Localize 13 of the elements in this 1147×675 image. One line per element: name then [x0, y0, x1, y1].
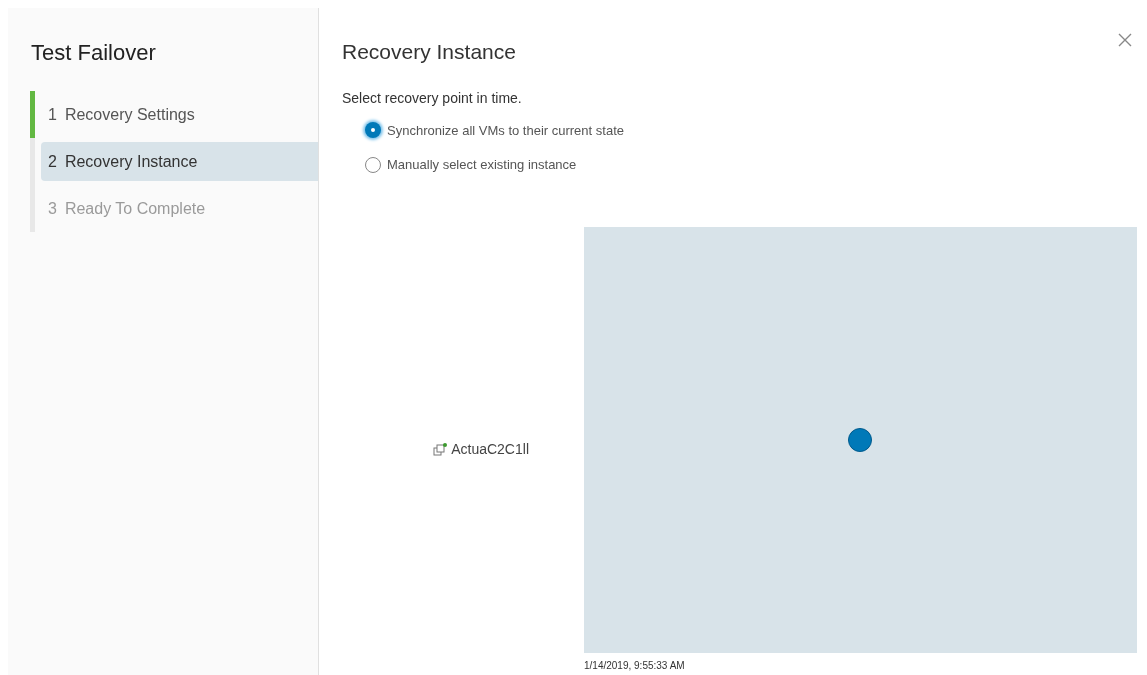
page-title: Recovery Instance [342, 39, 516, 65]
close-icon[interactable] [1117, 32, 1133, 48]
radio-option[interactable]: Manually select existing instance [365, 155, 577, 175]
step-item[interactable]: 1 Recovery Settings [41, 95, 318, 134]
vm-group-icon [433, 442, 448, 457]
radio-option[interactable]: Synchronize all VMs to their current state [365, 120, 624, 140]
vm-label: ActuaC2C1ll [451, 440, 529, 459]
radio-button[interactable] [365, 122, 381, 139]
timestamp-label: 1/14/2019, 9:55:33 AM [584, 658, 686, 673]
prompt-text: Select recovery point in time. [342, 88, 523, 108]
wizard-title: Test Failover [31, 39, 157, 67]
radio-button[interactable] [365, 156, 381, 173]
step-item[interactable]: 2 Recovery Instance [41, 142, 318, 181]
